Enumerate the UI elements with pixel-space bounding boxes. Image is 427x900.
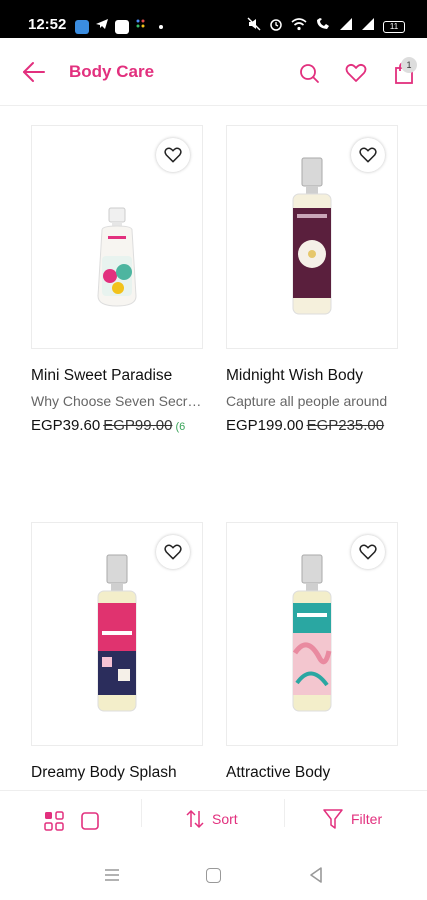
signal-icon xyxy=(361,17,375,36)
menu-icon xyxy=(105,869,119,881)
sort-icon xyxy=(186,809,204,829)
system-navigation-bar xyxy=(0,852,427,900)
wifi-icon xyxy=(291,17,307,36)
product-price: EGP199.00 EGP235.00 xyxy=(226,417,416,434)
sort-label: Sort xyxy=(212,811,238,827)
filter-button[interactable]: Filter xyxy=(323,808,382,830)
heart-icon xyxy=(359,147,377,163)
app-notification-icon xyxy=(75,19,89,34)
product-image[interactable] xyxy=(31,125,203,349)
cart-count-badge: 1 xyxy=(401,57,417,73)
product-name[interactable]: Midnight Wish Body xyxy=(226,367,363,385)
product-image[interactable] xyxy=(226,125,398,349)
current-price: EGP199.00 xyxy=(226,417,304,434)
favorite-button[interactable] xyxy=(351,535,385,569)
back-button[interactable] xyxy=(20,58,48,86)
heart-icon xyxy=(345,63,367,82)
wishlist-button[interactable] xyxy=(344,61,368,85)
product-description: Capture all people around xyxy=(226,393,388,409)
sort-filter-bar: Sort Filter xyxy=(0,790,427,852)
more-notifications-icon xyxy=(159,24,163,29)
recent-apps-button[interactable] xyxy=(104,868,120,882)
favorite-button[interactable] xyxy=(156,535,190,569)
heart-icon xyxy=(164,147,182,163)
square-icon xyxy=(81,812,99,830)
discount-badge: (6 xyxy=(175,421,186,433)
notification-icons xyxy=(75,17,163,36)
product-name[interactable]: Attractive Body xyxy=(226,764,330,782)
favorite-button[interactable] xyxy=(351,138,385,172)
status-bar: 12:52 11 xyxy=(0,0,427,38)
app-bar: Body Care xyxy=(0,38,427,106)
signal-icon xyxy=(339,17,353,36)
favorite-button[interactable] xyxy=(156,138,190,172)
grid-icon xyxy=(44,811,64,831)
arrow-left-icon xyxy=(23,62,45,82)
divider xyxy=(284,799,285,827)
battery-icon: 11 xyxy=(383,20,405,33)
home-button[interactable] xyxy=(206,868,221,883)
product-name[interactable]: Dreamy Body Splash xyxy=(31,764,177,782)
filter-icon xyxy=(323,809,343,829)
grid-view-button[interactable] xyxy=(44,811,64,831)
current-price: EGP39.60 xyxy=(31,417,101,434)
mute-icon xyxy=(247,17,261,36)
product-description: Why Choose Seven Secrets Mini Sweet Para… xyxy=(31,393,207,409)
heart-icon xyxy=(359,544,377,560)
single-view-button[interactable] xyxy=(80,811,100,831)
telegram-icon xyxy=(95,17,109,36)
status-time: 12:52 xyxy=(28,16,67,33)
original-price: EGP235.00 xyxy=(306,417,385,434)
product-image[interactable] xyxy=(226,522,398,746)
heart-icon xyxy=(164,544,182,560)
page-title: Body Care xyxy=(69,62,155,81)
system-back-button[interactable] xyxy=(308,866,324,884)
search-button[interactable] xyxy=(297,61,321,85)
volte-icon xyxy=(315,17,331,36)
filter-label: Filter xyxy=(351,811,383,827)
alarm-icon xyxy=(269,17,283,36)
product-price: EGP39.60 EGP99.00 (6 xyxy=(31,417,221,434)
triangle-back-icon xyxy=(310,867,322,883)
search-icon xyxy=(300,64,319,83)
product-name[interactable]: Mini Sweet Paradise xyxy=(31,367,172,385)
dots-icon xyxy=(135,17,149,36)
product-image[interactable] xyxy=(31,522,203,746)
app-notification-icon xyxy=(115,19,129,34)
sort-button[interactable]: Sort xyxy=(186,809,238,829)
divider xyxy=(141,799,142,827)
system-icons: 11 xyxy=(247,17,405,36)
original-price: EGP99.00 xyxy=(103,417,173,434)
